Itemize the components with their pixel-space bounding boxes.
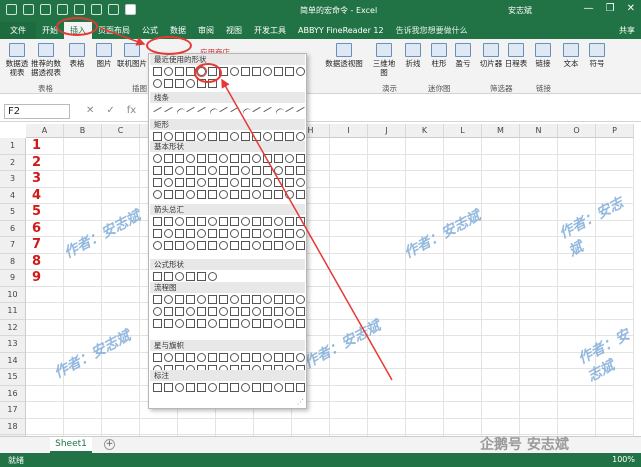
excel-window: 简单的宏命令 - Excel 安志斌 — ❐ ✕ 文件 开始 插入 页面布局 公… [0, 0, 641, 467]
annotation-arrow-to-rectangle [221, 78, 393, 381]
annotation-arrows [99, 27, 393, 381]
annotation-arrow-to-shapes [99, 27, 146, 46]
